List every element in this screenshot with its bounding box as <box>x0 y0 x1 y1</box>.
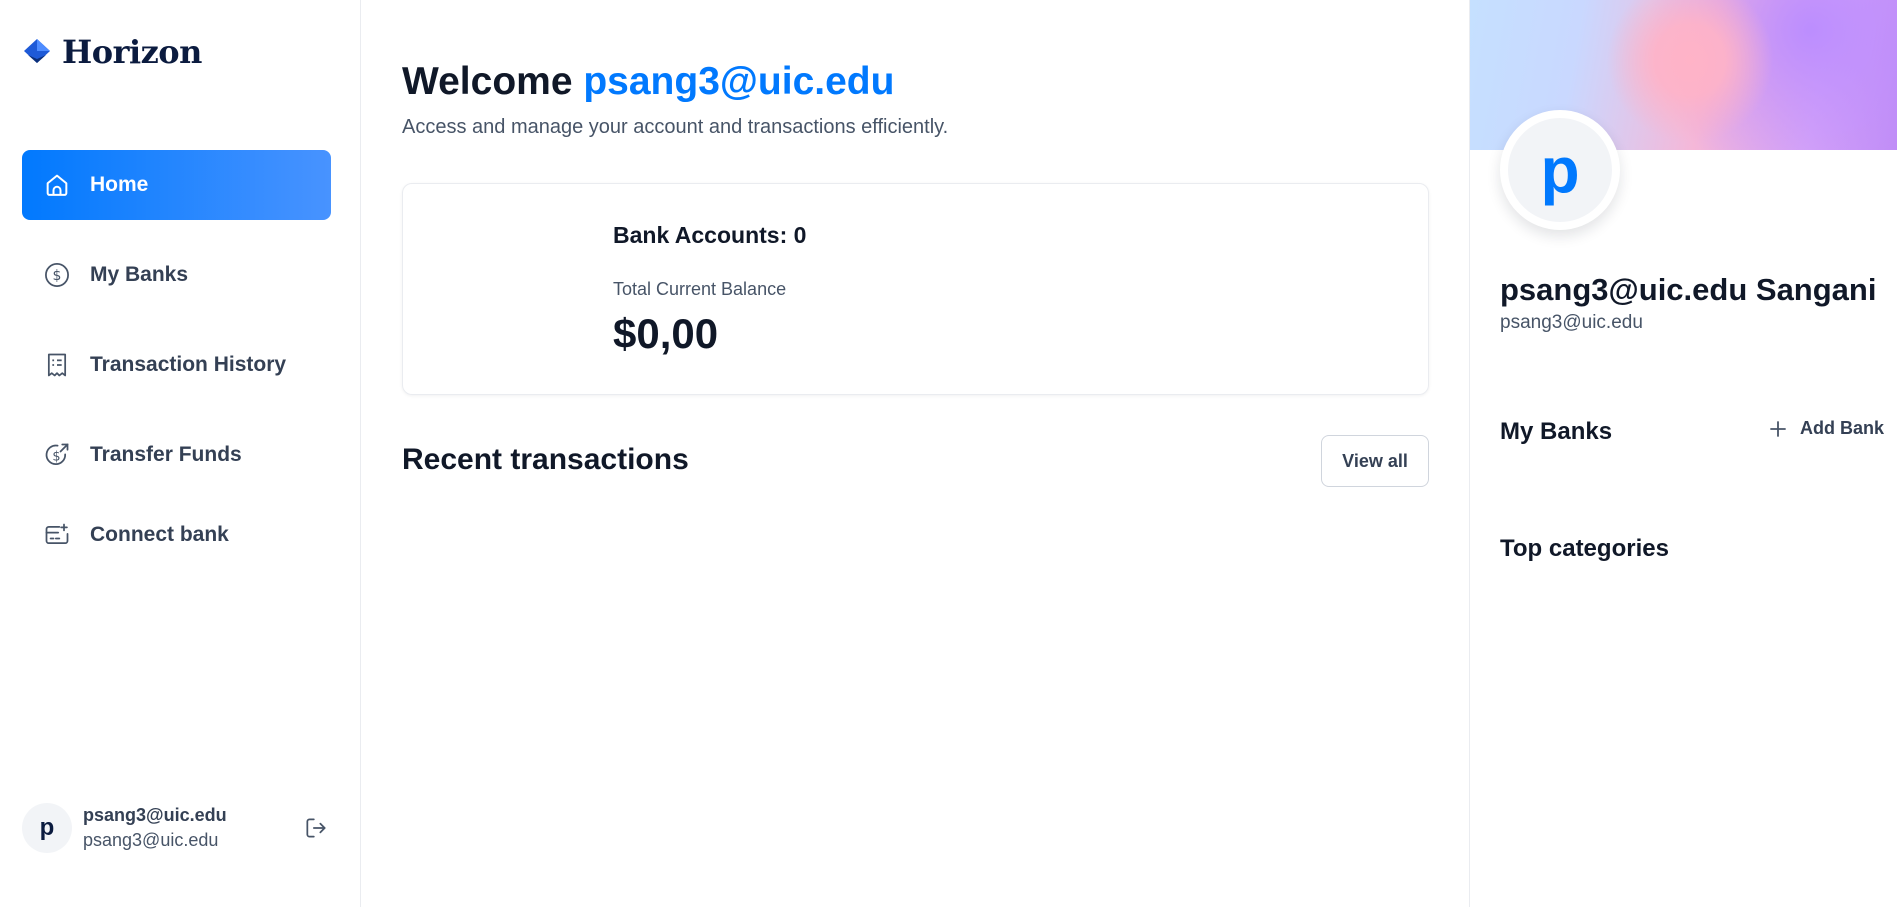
app-logo[interactable]: Horizon <box>22 30 202 74</box>
svg-text:$: $ <box>53 268 62 284</box>
recent-transactions-title: Recent transactions <box>402 443 689 476</box>
logout-icon <box>306 818 326 838</box>
sidebar-item-home[interactable]: Home <box>22 150 331 220</box>
sidebar-item-label: Transfer Funds <box>90 443 242 466</box>
page-subtitle: Access and manage your account and trans… <box>402 116 949 138</box>
avatar: p <box>22 803 72 853</box>
horizon-logo-icon <box>24 39 50 63</box>
plus-icon <box>1770 420 1786 437</box>
sidebar-item-label: My Banks <box>90 263 189 286</box>
receipt-icon <box>42 350 72 380</box>
total-balance-value: $0,00 <box>613 310 719 357</box>
view-all-button[interactable]: View all <box>1321 435 1429 487</box>
sidebar-item-transfer-funds[interactable]: $ Transfer Funds <box>22 420 331 490</box>
sidebar-item-my-banks[interactable]: $ My Banks <box>22 240 331 310</box>
logout-button[interactable] <box>301 813 331 843</box>
dollar-circle-icon: $ <box>42 260 72 290</box>
bank-accounts-count: Bank Accounts: 0 <box>613 222 807 248</box>
profile-avatar-initial: p <box>1540 134 1580 206</box>
profile-email: psang3@uic.edu <box>1500 312 1643 333</box>
sidebar-item-transaction-history[interactable]: Transaction History <box>22 330 331 400</box>
main-content: Welcome psang3@uic.edu Access and manage… <box>362 0 1469 907</box>
sidebar-item-label: Home <box>90 173 149 196</box>
sidebar-item-label: Connect bank <box>90 523 229 546</box>
user-email: psang3@uic.edu <box>83 830 219 850</box>
money-send-icon: $ <box>42 440 72 470</box>
user-info: psang3@uic.edu psang3@uic.edu <box>83 805 227 851</box>
home-icon <box>42 170 72 200</box>
sidebar-item-label: Transaction History <box>90 353 287 376</box>
sidebar: Horizon Home $ My Banks Transaction Hist… <box>0 0 361 907</box>
sidebar-item-connect-bank[interactable]: Connect bank <box>22 500 331 570</box>
svg-text:$: $ <box>52 449 60 464</box>
add-bank-button[interactable]: Add Bank <box>1768 418 1884 439</box>
user-name: psang3@uic.edu <box>83 805 227 825</box>
page-title: Welcome psang3@uic.edu <box>402 60 894 104</box>
profile-name: psang3@uic.edu Sangani <box>1500 272 1877 307</box>
add-bank-label: Add Bank <box>1800 418 1885 438</box>
app-name: Horizon <box>62 33 202 71</box>
sidebar-user: p psang3@uic.edu psang3@uic.edu <box>22 802 331 854</box>
my-banks-title: My Banks <box>1500 418 1613 445</box>
total-balance-label: Total Current Balance <box>613 279 787 299</box>
total-balance-card: Bank Accounts: 0 Total Current Balance $… <box>402 183 1429 395</box>
profile-avatar: p <box>1500 110 1620 230</box>
card-add-icon <box>42 520 72 550</box>
welcome-prefix: Welcome <box>402 60 573 103</box>
right-sidebar: p psang3@uic.edu Sangani psang3@uic.edu … <box>1469 0 1897 907</box>
welcome-user: psang3@uic.edu <box>583 60 895 103</box>
top-categories-title: Top categories <box>1500 535 1669 562</box>
